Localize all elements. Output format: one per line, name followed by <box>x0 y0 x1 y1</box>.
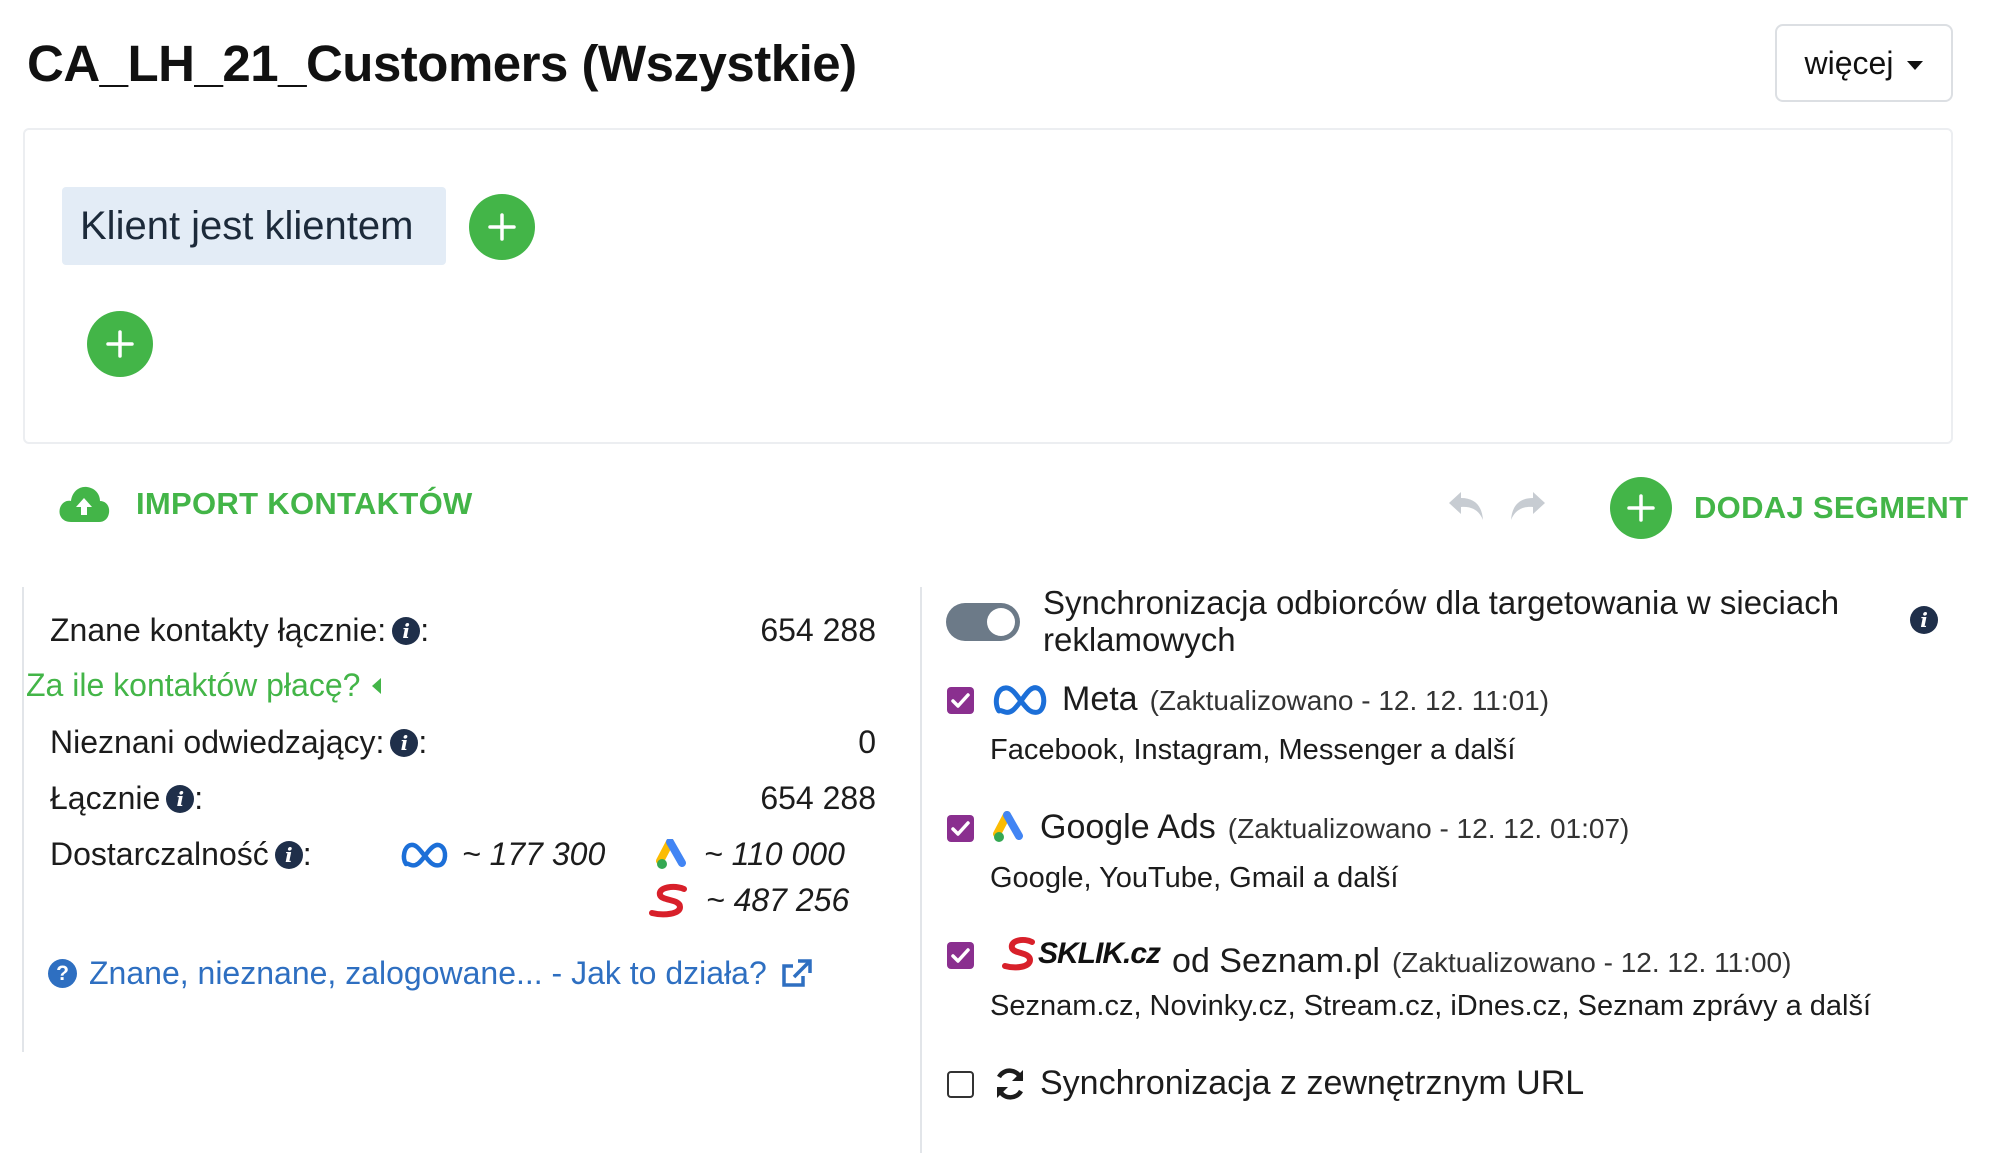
sync-audiences-toggle[interactable] <box>946 603 1020 641</box>
how-it-works-link[interactable]: ? Znane, nieznane, zalogowane... - Jak t… <box>48 955 813 992</box>
google-ads-logo-icon <box>656 838 686 869</box>
undo-icon[interactable] <box>1445 486 1489 526</box>
unknown-visitors-value: 0 <box>858 724 876 760</box>
import-contacts-link[interactable]: IMPORT KONTAKTÓW <box>58 484 473 524</box>
sklik-network-name: od Seznam.pl <box>1172 942 1380 980</box>
sklik-s-icon <box>1002 937 1035 971</box>
info-icon[interactable]: i <box>392 616 421 645</box>
how-it-works-label: Znane, nieznane, zalogowane... - Jak to … <box>89 955 767 991</box>
sklik-network-desc: Seznam.cz, Novinky.cz, Stream.cz, iDnes.… <box>990 990 1872 1022</box>
deliverability-meta-value: ~ 177 300 <box>462 836 606 872</box>
unknown-visitors-row: Nieznani odwiedzający: i : <box>50 724 427 761</box>
more-button-label: więcej <box>1804 44 1894 81</box>
check-icon <box>951 821 970 836</box>
deliverability-sklik-value: ~ 487 256 <box>706 882 850 918</box>
info-icon[interactable]: i <box>390 728 419 757</box>
google-ads-updated: (Zaktualizowano - 12. 12. 01:07) <box>1227 813 1630 844</box>
sklik-sync-checkbox[interactable] <box>947 942 974 969</box>
deliverability-meta: ~ 177 300 <box>400 836 605 873</box>
colon: : <box>420 612 430 648</box>
total-value: 654 288 <box>760 780 876 816</box>
sklik-network-row: SKLIK.cz od Seznam.pl (Zaktualizowano - … <box>1002 936 1791 981</box>
meta-updated: (Zaktualizowano - 12. 12. 11:01) <box>1149 685 1550 716</box>
caret-down-icon <box>1907 60 1924 70</box>
google-ads-network-desc: Google, YouTube, Gmail a další <box>990 862 1399 894</box>
known-contacts-value: 654 288 <box>760 612 876 648</box>
known-contacts-row: Znane kontakty łącznie: i : <box>50 612 429 649</box>
sync-refresh-icon <box>996 1067 1024 1100</box>
pay-contacts-link[interactable]: Za ile kontaktów płacę? <box>26 667 382 704</box>
meta-sync-checkbox[interactable] <box>947 687 974 714</box>
sklik-updated: (Zaktualizowano - 12. 12. 11:00) <box>1391 947 1792 978</box>
toggle-knob <box>987 608 1015 636</box>
meta-network-name: Meta <box>1062 680 1138 718</box>
meta-network-row: Meta (Zaktualizowano - 12. 12. 11:01) <box>992 680 1549 719</box>
google-ads-network-row: Google Ads (Zaktualizowano - 12. 12. 01:… <box>992 808 1629 847</box>
known-contacts-label: Znane kontakty łącznie: <box>50 612 387 648</box>
info-icon[interactable]: i <box>274 840 303 869</box>
colon: : <box>418 724 428 760</box>
plus-icon <box>1627 494 1655 522</box>
redo-icon[interactable] <box>1505 486 1549 526</box>
external-link-icon <box>782 958 812 987</box>
deliverability-row: Dostarczalność i : <box>50 836 312 873</box>
deliverability-sklik: ~ 487 256 <box>646 882 849 919</box>
colon: : <box>194 780 204 816</box>
total-row: Łącznie i : <box>50 780 203 817</box>
question-icon: ? <box>48 959 77 988</box>
page-title: CA_LH_21_Customers (Wszystkie) <box>27 35 857 92</box>
add-condition-button[interactable] <box>469 194 535 260</box>
info-icon[interactable]: i <box>166 784 195 813</box>
deliverability-google-value: ~ 110 000 <box>704 836 845 872</box>
deliverability-google: ~ 110 000 <box>656 836 845 873</box>
check-icon <box>951 948 970 963</box>
segment-condition-chip[interactable]: Klient jest klientem <box>62 187 446 265</box>
check-icon <box>951 693 970 708</box>
google-ads-network-name: Google Ads <box>1040 808 1216 846</box>
sync-audiences-title: Synchronizacja odbiorców dla targetowani… <box>1043 584 1840 658</box>
meta-network-desc: Facebook, Instagram, Messenger a další <box>990 734 1516 766</box>
meta-logo-icon <box>401 842 448 868</box>
deliverability-label: Dostarczalność <box>50 836 269 872</box>
sklik-logo-icon <box>649 883 687 917</box>
add-group-button[interactable] <box>87 311 153 377</box>
panel-divider <box>920 587 922 1153</box>
segment-builder <box>23 128 1953 444</box>
sklik-logo: SKLIK.cz <box>1002 936 1161 972</box>
add-segment-button[interactable]: DODAJ SEGMENT <box>1610 477 1968 539</box>
plus-circle-icon <box>1610 477 1672 539</box>
google-ads-sync-checkbox[interactable] <box>947 815 974 842</box>
google-ads-logo-icon <box>993 810 1023 842</box>
info-icon[interactable]: i <box>1910 606 1938 634</box>
cloud-upload-icon <box>59 486 110 522</box>
plus-icon <box>106 330 134 358</box>
pay-contacts-link-label: Za ile kontaktów płacę? <box>26 667 361 703</box>
more-dropdown-button[interactable]: więcej <box>1775 24 1953 102</box>
meta-logo-icon <box>993 684 1047 715</box>
colon: : <box>302 836 312 872</box>
plus-icon <box>488 213 516 241</box>
add-segment-label: DODAJ SEGMENT <box>1694 490 1969 525</box>
unknown-visitors-label: Nieznani odwiedzający: <box>50 724 385 760</box>
import-contacts-label: IMPORT KONTAKTÓW <box>136 486 473 521</box>
external-url-row: Synchronizacja z zewnętrznym URL <box>992 1064 1584 1103</box>
external-url-label: Synchronizacja z zewnętrznym URL <box>1040 1064 1585 1102</box>
total-label: Łącznie <box>50 780 161 816</box>
caret-left-icon <box>372 677 382 694</box>
sklik-logo-text: SKLIK.cz <box>1038 937 1161 970</box>
external-url-sync-checkbox[interactable] <box>947 1071 974 1098</box>
